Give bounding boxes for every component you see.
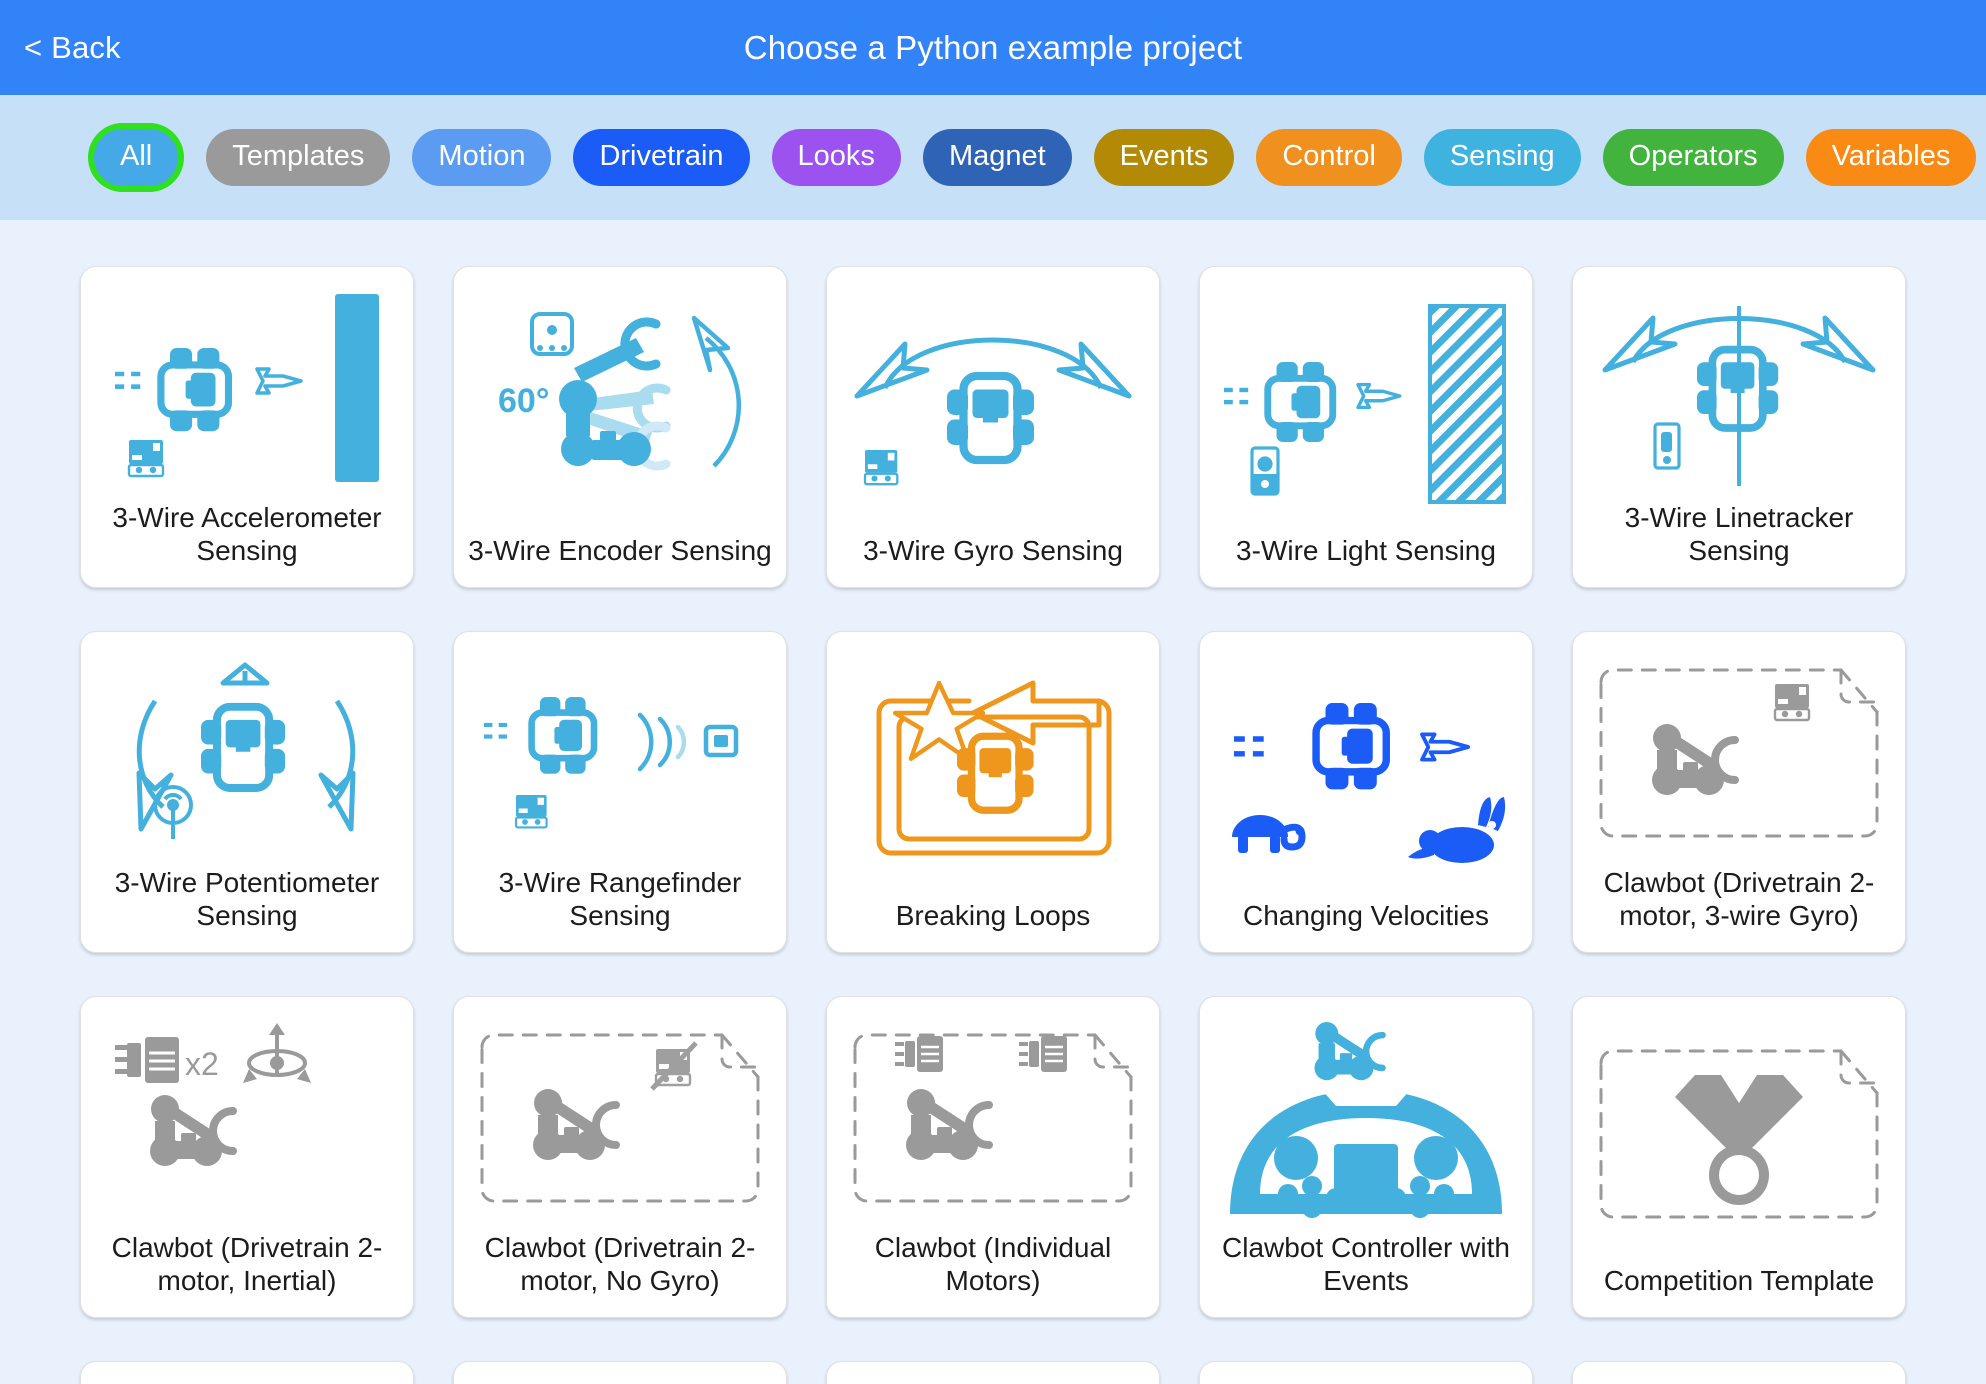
project-card[interactable]: Clawbot (Drivetrain 2-motor, 3-wire Gyro…: [1572, 631, 1906, 953]
project-card[interactable]: [453, 1361, 787, 1384]
project-card[interactable]: 3-Wire Light Sensing: [1199, 266, 1533, 588]
breaking-loops-icon: [827, 638, 1159, 900]
chart-green-icon: [81, 1368, 413, 1384]
controller-partial-icon: [827, 1368, 1159, 1384]
svg-text:x2: x2: [185, 1046, 219, 1082]
clawbot-gyro-icon: [1573, 638, 1905, 867]
project-card-label: 3-Wire Encoder Sensing: [468, 534, 772, 566]
project-card[interactable]: Changing Velocities: [1199, 631, 1533, 953]
project-grid: 3-Wire Accelerometer Sensing 60° 3-Wire …: [80, 220, 1906, 1384]
gyro-icon: [827, 273, 1159, 535]
project-card[interactable]: [80, 1361, 414, 1384]
controller-icon: [1200, 1003, 1532, 1232]
filter-pill-drivetrain[interactable]: Drivetrain: [573, 129, 750, 186]
project-card[interactable]: [1199, 1361, 1533, 1384]
project-card[interactable]: 3-Wire Rangefinder Sensing: [453, 631, 787, 953]
light-sensor-icon: [1200, 273, 1532, 535]
project-card[interactable]: Competition Template: [1572, 996, 1906, 1318]
project-card-label: Changing Velocities: [1243, 899, 1489, 931]
filter-pill-variables[interactable]: Variables: [1805, 129, 1977, 186]
project-card[interactable]: [826, 1361, 1160, 1384]
project-card-label: 3-Wire Accelerometer Sensing: [112, 502, 382, 566]
clawbot-inertial-icon: x2: [81, 1003, 413, 1232]
filter-pill-operators[interactable]: Operators: [1602, 129, 1784, 186]
project-card[interactable]: Clawbot (Individual Motors): [826, 996, 1160, 1318]
project-card-label: Clawbot (Drivetrain 2-motor, 3-wire Gyro…: [1603, 867, 1875, 931]
project-card-label: 3-Wire Light Sensing: [1236, 534, 1496, 566]
filter-pill-motion[interactable]: Motion: [412, 129, 552, 186]
app-header: < Back Choose a Python example project: [0, 0, 1986, 95]
filter-pill-control[interactable]: Control: [1256, 129, 1402, 186]
svg-text:60°: 60°: [498, 382, 549, 420]
rangefinder-icon: [454, 638, 786, 867]
project-card[interactable]: Clawbot (Drivetrain 2-motor, No Gyro): [453, 996, 787, 1318]
project-card[interactable]: [1572, 1361, 1906, 1384]
filter-pill-looks[interactable]: Looks: [771, 129, 901, 186]
category-filter-bar: All Templates Motion Drivetrain Looks Magnet E…: [0, 95, 1986, 220]
accelerometer-icon: [81, 273, 413, 502]
project-card-label: Breaking Loops: [895, 899, 1091, 931]
project-card-label: 3-Wire Potentiometer Sensing: [114, 867, 380, 931]
project-card[interactable]: 3-Wire Accelerometer Sensing: [80, 266, 414, 588]
project-card[interactable]: 3-Wire Gyro Sensing: [826, 266, 1160, 588]
project-card[interactable]: x2 Clawbot (Drivetrain 2-motor, Inertial…: [80, 996, 414, 1318]
project-card[interactable]: 3-Wire Linetracker Sensing: [1572, 266, 1906, 588]
project-card-label: Clawbot (Individual Motors): [874, 1232, 1112, 1296]
velocities-icon: [1200, 638, 1532, 900]
linetracker-icon: [1573, 273, 1905, 502]
medal-icon: [1573, 1003, 1905, 1265]
clawbot-nogyro-icon: [454, 1003, 786, 1232]
project-card[interactable]: Clawbot Controller with Events: [1199, 996, 1533, 1318]
filter-pill-magnet[interactable]: Magnet: [922, 129, 1072, 186]
clawbot-motors-icon: [827, 1003, 1159, 1232]
project-card-label: Competition Template: [1603, 1264, 1875, 1296]
filter-pill-events[interactable]: Events: [1093, 129, 1235, 186]
project-card-label: 3-Wire Linetracker Sensing: [1624, 502, 1854, 566]
project-card[interactable]: 3-Wire Potentiometer Sensing: [80, 631, 414, 953]
encoder-icon: 60°: [454, 273, 786, 535]
filter-pill-templates[interactable]: Templates: [206, 129, 391, 186]
blank-icon: [454, 1368, 786, 1384]
filter-pill-sensing[interactable]: Sensing: [1423, 129, 1581, 186]
project-grid-scroll[interactable]: 3-Wire Accelerometer Sensing 60° 3-Wire …: [0, 220, 1986, 1384]
back-button[interactable]: < Back: [14, 24, 131, 72]
project-card-label: Clawbot (Drivetrain 2-motor, Inertial): [111, 1232, 383, 1296]
project-card[interactable]: Breaking Loops: [826, 631, 1160, 953]
project-card[interactable]: 60° 3-Wire Encoder Sensing: [453, 266, 787, 588]
potentiometer-icon: [81, 638, 413, 867]
project-card-label: Clawbot Controller with Events: [1222, 1232, 1510, 1296]
project-card-label: Clawbot (Drivetrain 2-motor, No Gyro): [484, 1232, 756, 1296]
pink-shape-icon: [1200, 1368, 1532, 1384]
project-card-label: 3-Wire Gyro Sensing: [863, 534, 1123, 566]
page-title: Choose a Python example project: [743, 28, 1243, 66]
blank-icon-2: [1573, 1368, 1905, 1384]
filter-pill-all[interactable]: All: [94, 129, 179, 186]
project-card-label: 3-Wire Rangefinder Sensing: [498, 867, 742, 931]
